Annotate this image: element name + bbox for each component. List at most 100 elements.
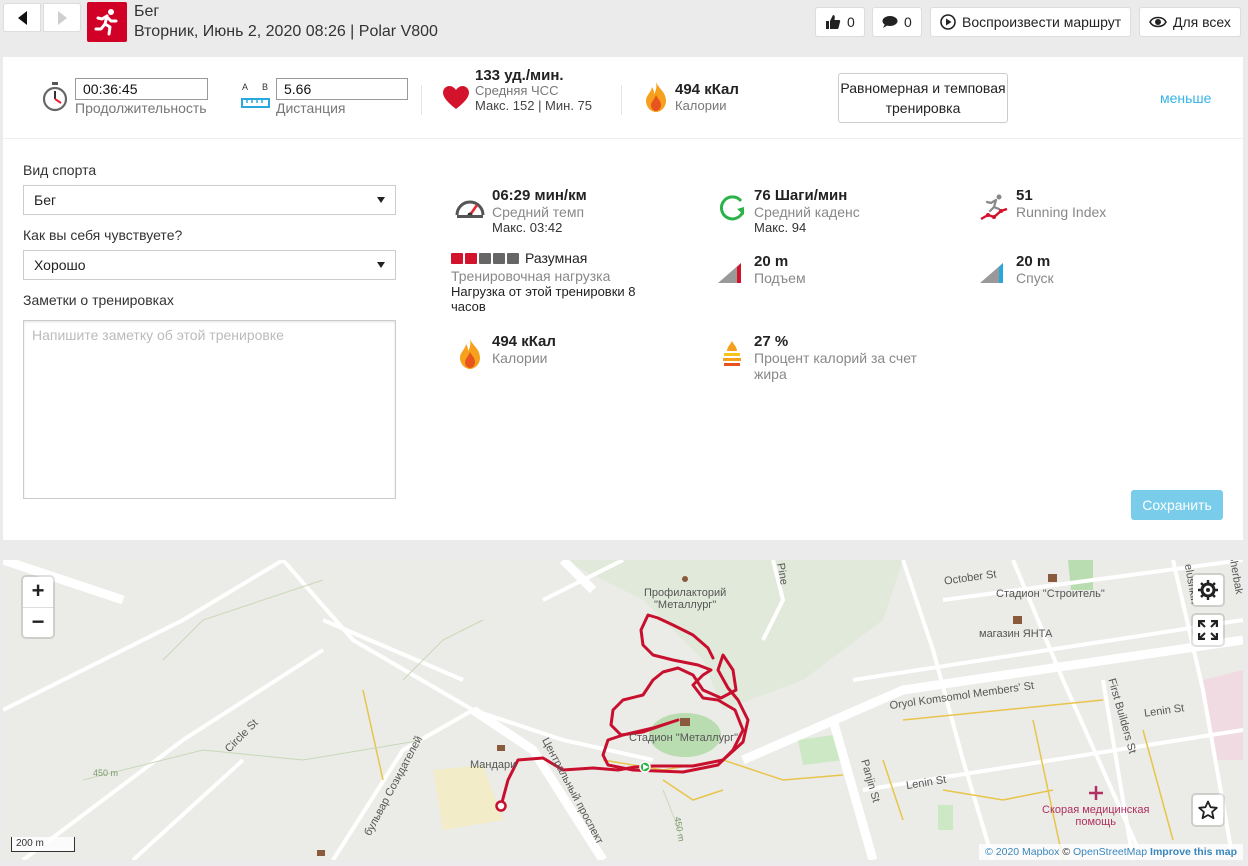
max-cadence: Макс. 94 xyxy=(754,220,807,235)
training-load-stat: Разумная Тренировочная нагрузка Нагрузка… xyxy=(451,250,701,315)
save-button[interactable]: Сохранить xyxy=(1131,490,1223,520)
notes-placeholder: Напишите заметку об этой тренировке xyxy=(32,327,284,343)
training-load-level: Разумная xyxy=(525,250,588,266)
distance-input[interactable]: 5.66 xyxy=(276,78,408,100)
arrow-right-icon xyxy=(57,10,67,25)
previous-training-button[interactable] xyxy=(3,3,41,32)
training-load-bars xyxy=(451,253,519,264)
running-index-value: 51 xyxy=(1016,187,1033,204)
next-training-button[interactable] xyxy=(43,3,81,32)
chevron-down-icon xyxy=(377,197,385,203)
running-index-label: Running Index xyxy=(1016,204,1107,220)
eye-icon xyxy=(1149,16,1167,28)
training-load-desc: Нагрузка от этой тренировки 8 часов xyxy=(451,284,636,314)
duration-input[interactable]: 00:36:45 xyxy=(75,78,208,100)
hr-max-min: Макс. 152 | Мин. 75 xyxy=(475,98,593,113)
descent-icon xyxy=(980,263,1003,283)
map-settings-button[interactable] xyxy=(1193,575,1223,605)
fat-percent-stat: 27 % Процент калорий за счет жира xyxy=(717,333,957,383)
descent-stat: 20 m Спуск xyxy=(979,253,1219,293)
map-label-profilaktory: Профилакторий "Металлург" xyxy=(644,587,727,611)
like-count: 0 xyxy=(847,14,855,30)
load-bar-empty xyxy=(507,253,519,264)
play-route-button[interactable]: Воспроизвести маршрут xyxy=(930,7,1132,37)
zoom-out-button[interactable]: − xyxy=(23,607,53,637)
fullscreen-button[interactable] xyxy=(1193,615,1223,645)
sport-type-value: Бег xyxy=(34,192,57,208)
notes-label: Заметки о тренировках xyxy=(23,292,174,308)
improve-map-link[interactable]: Improve this map xyxy=(1150,846,1237,858)
distance-label: Дистанция xyxy=(276,100,346,116)
distance-ruler-icon: A B xyxy=(241,82,271,112)
map-label-stroitel: Стадион "Строитель" xyxy=(996,588,1105,600)
like-button[interactable]: 0 xyxy=(815,7,865,37)
route-map[interactable]: Профилакторий "Металлург" Стадион "Металл… xyxy=(3,560,1243,860)
ascent-icon xyxy=(718,263,741,283)
notes-textarea[interactable]: Напишите заметку об этой тренировке xyxy=(23,320,396,499)
visibility-button[interactable]: Для всех xyxy=(1139,7,1241,37)
zoom-in-button[interactable]: + xyxy=(23,577,53,607)
comment-button[interactable]: 0 xyxy=(872,7,922,37)
max-pace: Макс. 03:42 xyxy=(492,220,563,235)
show-less-link[interactable]: меньше xyxy=(1160,90,1211,106)
comment-icon xyxy=(882,16,898,28)
cadence-arrow-icon xyxy=(719,195,745,221)
avg-hr-value: 133 уд./мин. xyxy=(475,67,564,84)
comment-count: 0 xyxy=(904,14,912,30)
sport-title: Бег xyxy=(134,3,160,20)
fat-percent-value: 27 % xyxy=(754,333,789,350)
mapbox-attribution-link[interactable]: © 2020 Mapbox xyxy=(985,846,1059,858)
gear-icon xyxy=(1198,580,1218,600)
calories-stat: 494 кКал Калории xyxy=(455,333,695,373)
feeling-select[interactable]: Хорошо xyxy=(23,250,396,280)
running-index-icon xyxy=(980,194,1008,221)
thumbs-up-icon xyxy=(826,15,841,29)
sport-type-label: Вид спорта xyxy=(23,162,97,178)
fat-percent-label: Процент калорий за счет жира xyxy=(754,350,917,382)
play-circle-icon xyxy=(940,14,956,30)
play-route-label: Воспроизвести маршрут xyxy=(962,14,1122,30)
load-bar-filled xyxy=(451,253,463,264)
training-summary-panel: 00:36:45 Продолжительность A B 5.66 Дист… xyxy=(3,57,1243,540)
calories-summary-label: Калории xyxy=(675,98,727,113)
map-scale: 200 m xyxy=(11,837,75,852)
sport-type-select[interactable]: Бег xyxy=(23,185,396,215)
avg-cadence-value: 76 Шаги/мин xyxy=(754,187,848,204)
calories-label: Калории xyxy=(492,350,548,366)
arrow-left-icon xyxy=(17,10,27,25)
top-bar: Бег Вторник, Июнь 2, 2020 08:26 | Polar … xyxy=(0,0,1248,44)
map-attribution: © 2020 Mapbox © OpenStreetMap Improve th… xyxy=(979,844,1243,860)
fullscreen-icon xyxy=(1198,620,1218,640)
fat-burn-icon xyxy=(723,341,741,366)
summary-divider xyxy=(621,85,622,115)
chevron-down-icon xyxy=(377,262,385,268)
heart-icon xyxy=(443,86,469,109)
avg-cadence-stat: 76 Шаги/мин Средний каденс Макс. 94 xyxy=(717,187,957,237)
flame-icon xyxy=(646,82,666,112)
flame-icon xyxy=(460,339,480,369)
descent-value: 20 m xyxy=(1016,253,1051,270)
calories-summary-value: 494 кКал xyxy=(675,81,739,98)
star-icon xyxy=(1198,800,1218,820)
avg-pace-label: Средний темп xyxy=(492,204,585,220)
stopwatch-icon xyxy=(42,82,68,112)
calories-value: 494 кКал xyxy=(492,333,556,350)
map-label-stadium: Стадион "Металлург" xyxy=(629,732,739,744)
map-label-mandari: Мандари xyxy=(470,759,517,771)
feeling-value: Хорошо xyxy=(34,257,86,273)
avg-cadence-label: Средний каденс xyxy=(754,204,860,220)
avg-hr-label: Средняя ЧСС xyxy=(475,83,559,98)
map-label-yanta: магазин ЯНТА xyxy=(979,628,1053,640)
zoom-control: + − xyxy=(23,577,53,637)
visibility-label: Для всех xyxy=(1173,14,1231,30)
avg-pace-stat: 06:29 мин/км Средний темп Макс. 03:42 xyxy=(455,187,695,237)
running-index-stat: 51 Running Index xyxy=(979,187,1219,227)
ascent-stat: 20 m Подъем xyxy=(717,253,957,293)
running-sport-icon xyxy=(87,2,127,42)
workout-type-button[interactable]: Равномерная и темповая тренировка xyxy=(838,73,1008,123)
map-label-ambulance: Скорая медицинская помощь xyxy=(1042,804,1150,828)
avg-pace-value: 06:29 мин/км xyxy=(492,187,587,204)
osm-attribution-link[interactable]: OpenStreetMap xyxy=(1073,846,1147,858)
favorite-route-button[interactable] xyxy=(1193,795,1223,825)
summary-row: 00:36:45 Продолжительность A B 5.66 Дист… xyxy=(3,57,1243,139)
